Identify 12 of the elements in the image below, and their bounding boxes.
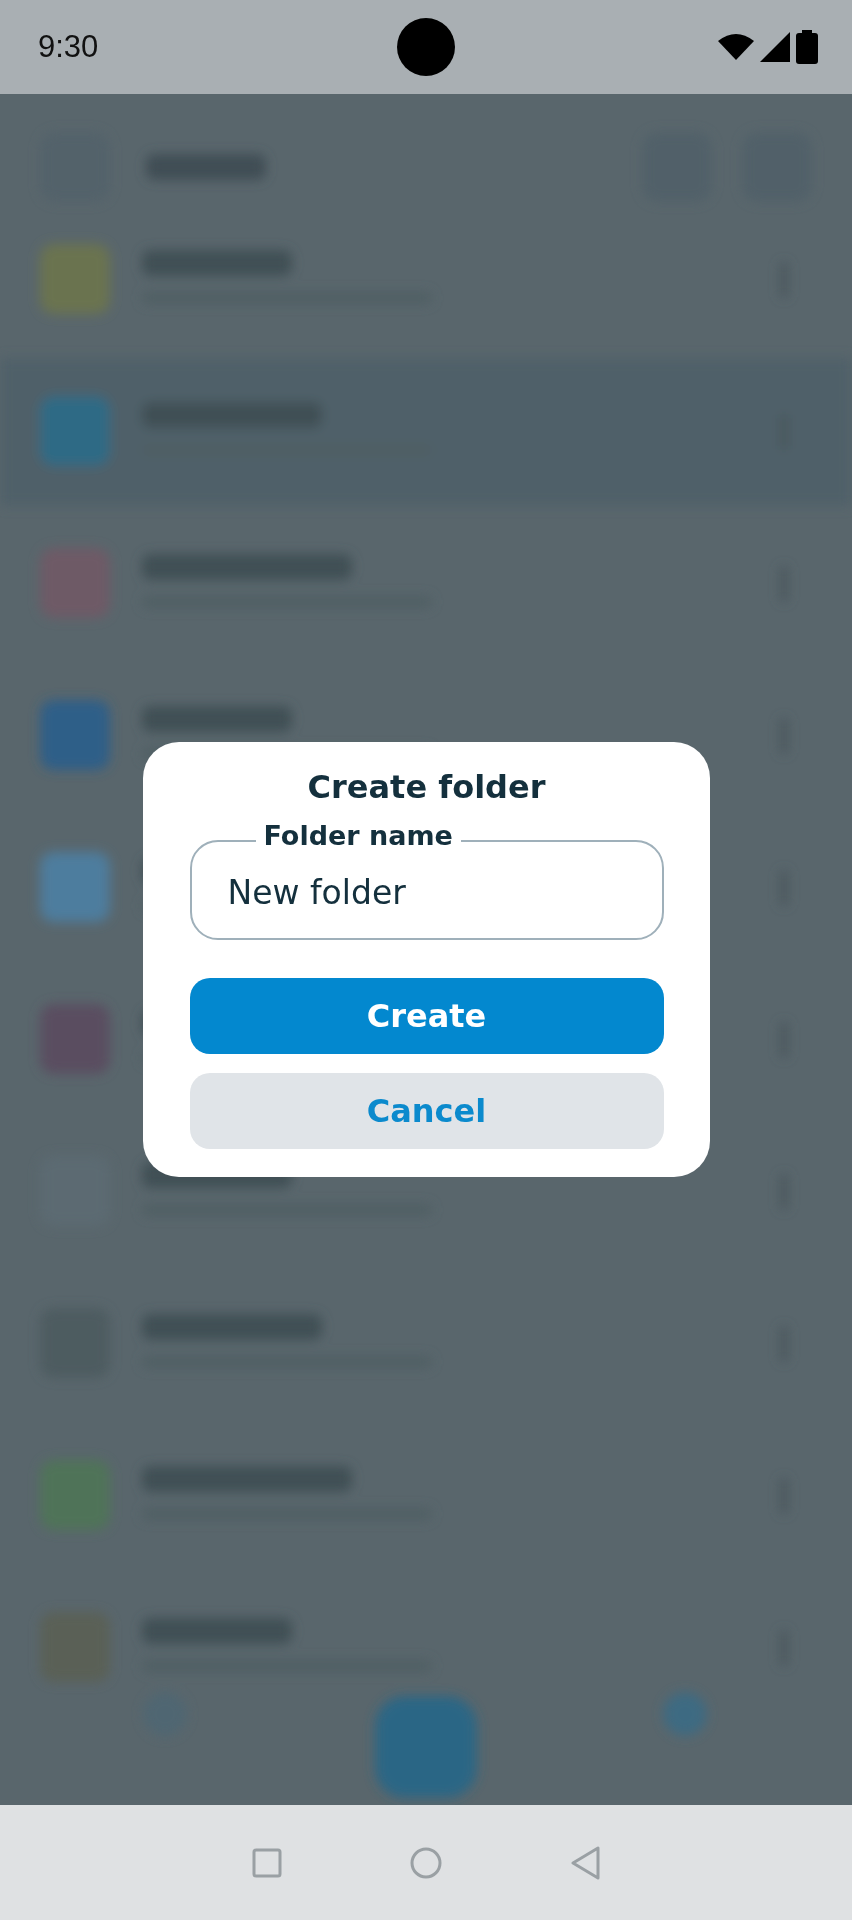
status-time: 9:30 (38, 29, 99, 65)
create-button[interactable]: Create (189, 978, 664, 1054)
cancel-button[interactable]: Cancel (189, 1073, 664, 1149)
dialog-title: Create folder (306, 768, 547, 806)
camera-cutout (397, 18, 455, 76)
wifi-icon (718, 33, 754, 61)
home-icon[interactable] (410, 1846, 442, 1879)
back-icon[interactable] (570, 1845, 600, 1880)
recents-icon[interactable] (252, 1847, 282, 1878)
battery-icon (796, 30, 818, 64)
signal-icon (760, 32, 790, 62)
folder-name-field[interactable]: Folder name New folder (189, 820, 664, 940)
